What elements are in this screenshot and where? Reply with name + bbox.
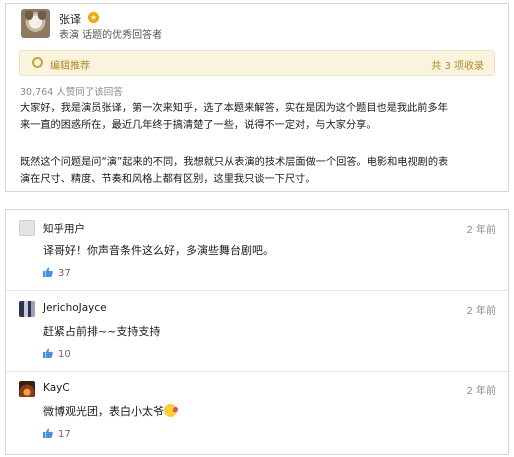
comment-item: KayC 2 年前 微博观光团，表白小太爷 17 [6, 371, 508, 456]
collection-count[interactable]: 共 3 项收录 [431, 57, 484, 72]
author-avatar[interactable] [21, 9, 50, 38]
comments-card: 知乎用户 2 年前 译哥好！你声音条件这么好，多演些舞台剧吧。 37 Jeric… [5, 209, 509, 455]
like-button[interactable]: 10 [43, 348, 71, 360]
comment-text: 赶紧占前排~~支持支持 [43, 325, 161, 338]
comment-time: 2 年前 [466, 386, 496, 397]
vote-count: 30,764 人赞同了该回答 [20, 87, 123, 98]
avatar-ear-right [38, 11, 46, 20]
like-count: 10 [58, 349, 71, 360]
gear-icon [32, 57, 43, 68]
editor-recommend-bar[interactable]: 编辑推荐 共 3 项收录 [19, 50, 495, 76]
avatar-ear-left [25, 11, 33, 20]
answer-paragraph-line: 既然这个问题是问“演”起来的不同，我想就只从表演的技术层面做一个回答。电影和电视… [20, 157, 449, 168]
author-name[interactable]: 张译 [59, 11, 81, 27]
like-count: 17 [58, 429, 71, 440]
answer-paragraph-line: 大家好，我是演员张译，第一次来知乎，选了本题来解答，实在是因为这个题目也是我此前… [20, 103, 448, 114]
like-button[interactable]: 17 [43, 428, 71, 440]
user-avatar[interactable] [19, 381, 35, 397]
comment-user-name[interactable]: KayC [43, 382, 70, 394]
comment-text: 微博观光团，表白小太爷 [43, 405, 164, 418]
thumb-up-icon [43, 348, 53, 358]
comment-user-name[interactable]: 知乎用户 [43, 221, 85, 236]
author-bio: 表演 话题的优秀回答者 [59, 30, 163, 41]
comment-time: 2 年前 [466, 225, 496, 236]
comment-user-name[interactable]: JerichoJayce [43, 302, 107, 314]
user-avatar[interactable] [19, 220, 35, 236]
comment-text: 译哥好！你声音条件这么好，多演些舞台剧吧。 [43, 244, 274, 257]
thumb-up-icon [43, 267, 53, 277]
answer-card: 张译 ★ 表演 话题的优秀回答者 编辑推荐 共 3 项收录 30,764 人赞同… [5, 3, 509, 192]
answer-paragraph-line: 来一直的困惑所在，最近几年终于搞清楚了一些，说得不一定对，与大家分享。 [20, 120, 377, 131]
editor-recommend-label: 编辑推荐 [50, 61, 90, 72]
thumb-up-icon [43, 428, 53, 438]
answer-paragraph-line: 演在尺寸、精度、节奏和风格上都有区别，这里我只谈一下尺寸。 [20, 174, 316, 185]
user-avatar[interactable] [19, 301, 35, 317]
comment-time: 2 年前 [466, 306, 496, 317]
star-badge-icon: ★ [88, 12, 99, 23]
blush-kiss-emoji-icon [164, 404, 178, 417]
like-count: 37 [58, 268, 71, 279]
comment-item: JerichoJayce 2 年前 赶紧占前排~~支持支持 10 [6, 291, 508, 370]
like-button[interactable]: 37 [43, 267, 71, 279]
comment-item: 知乎用户 2 年前 译哥好！你声音条件这么好，多演些舞台剧吧。 37 [6, 210, 508, 290]
comment-text-row: 微博观光团，表白小太爷 [43, 403, 178, 419]
